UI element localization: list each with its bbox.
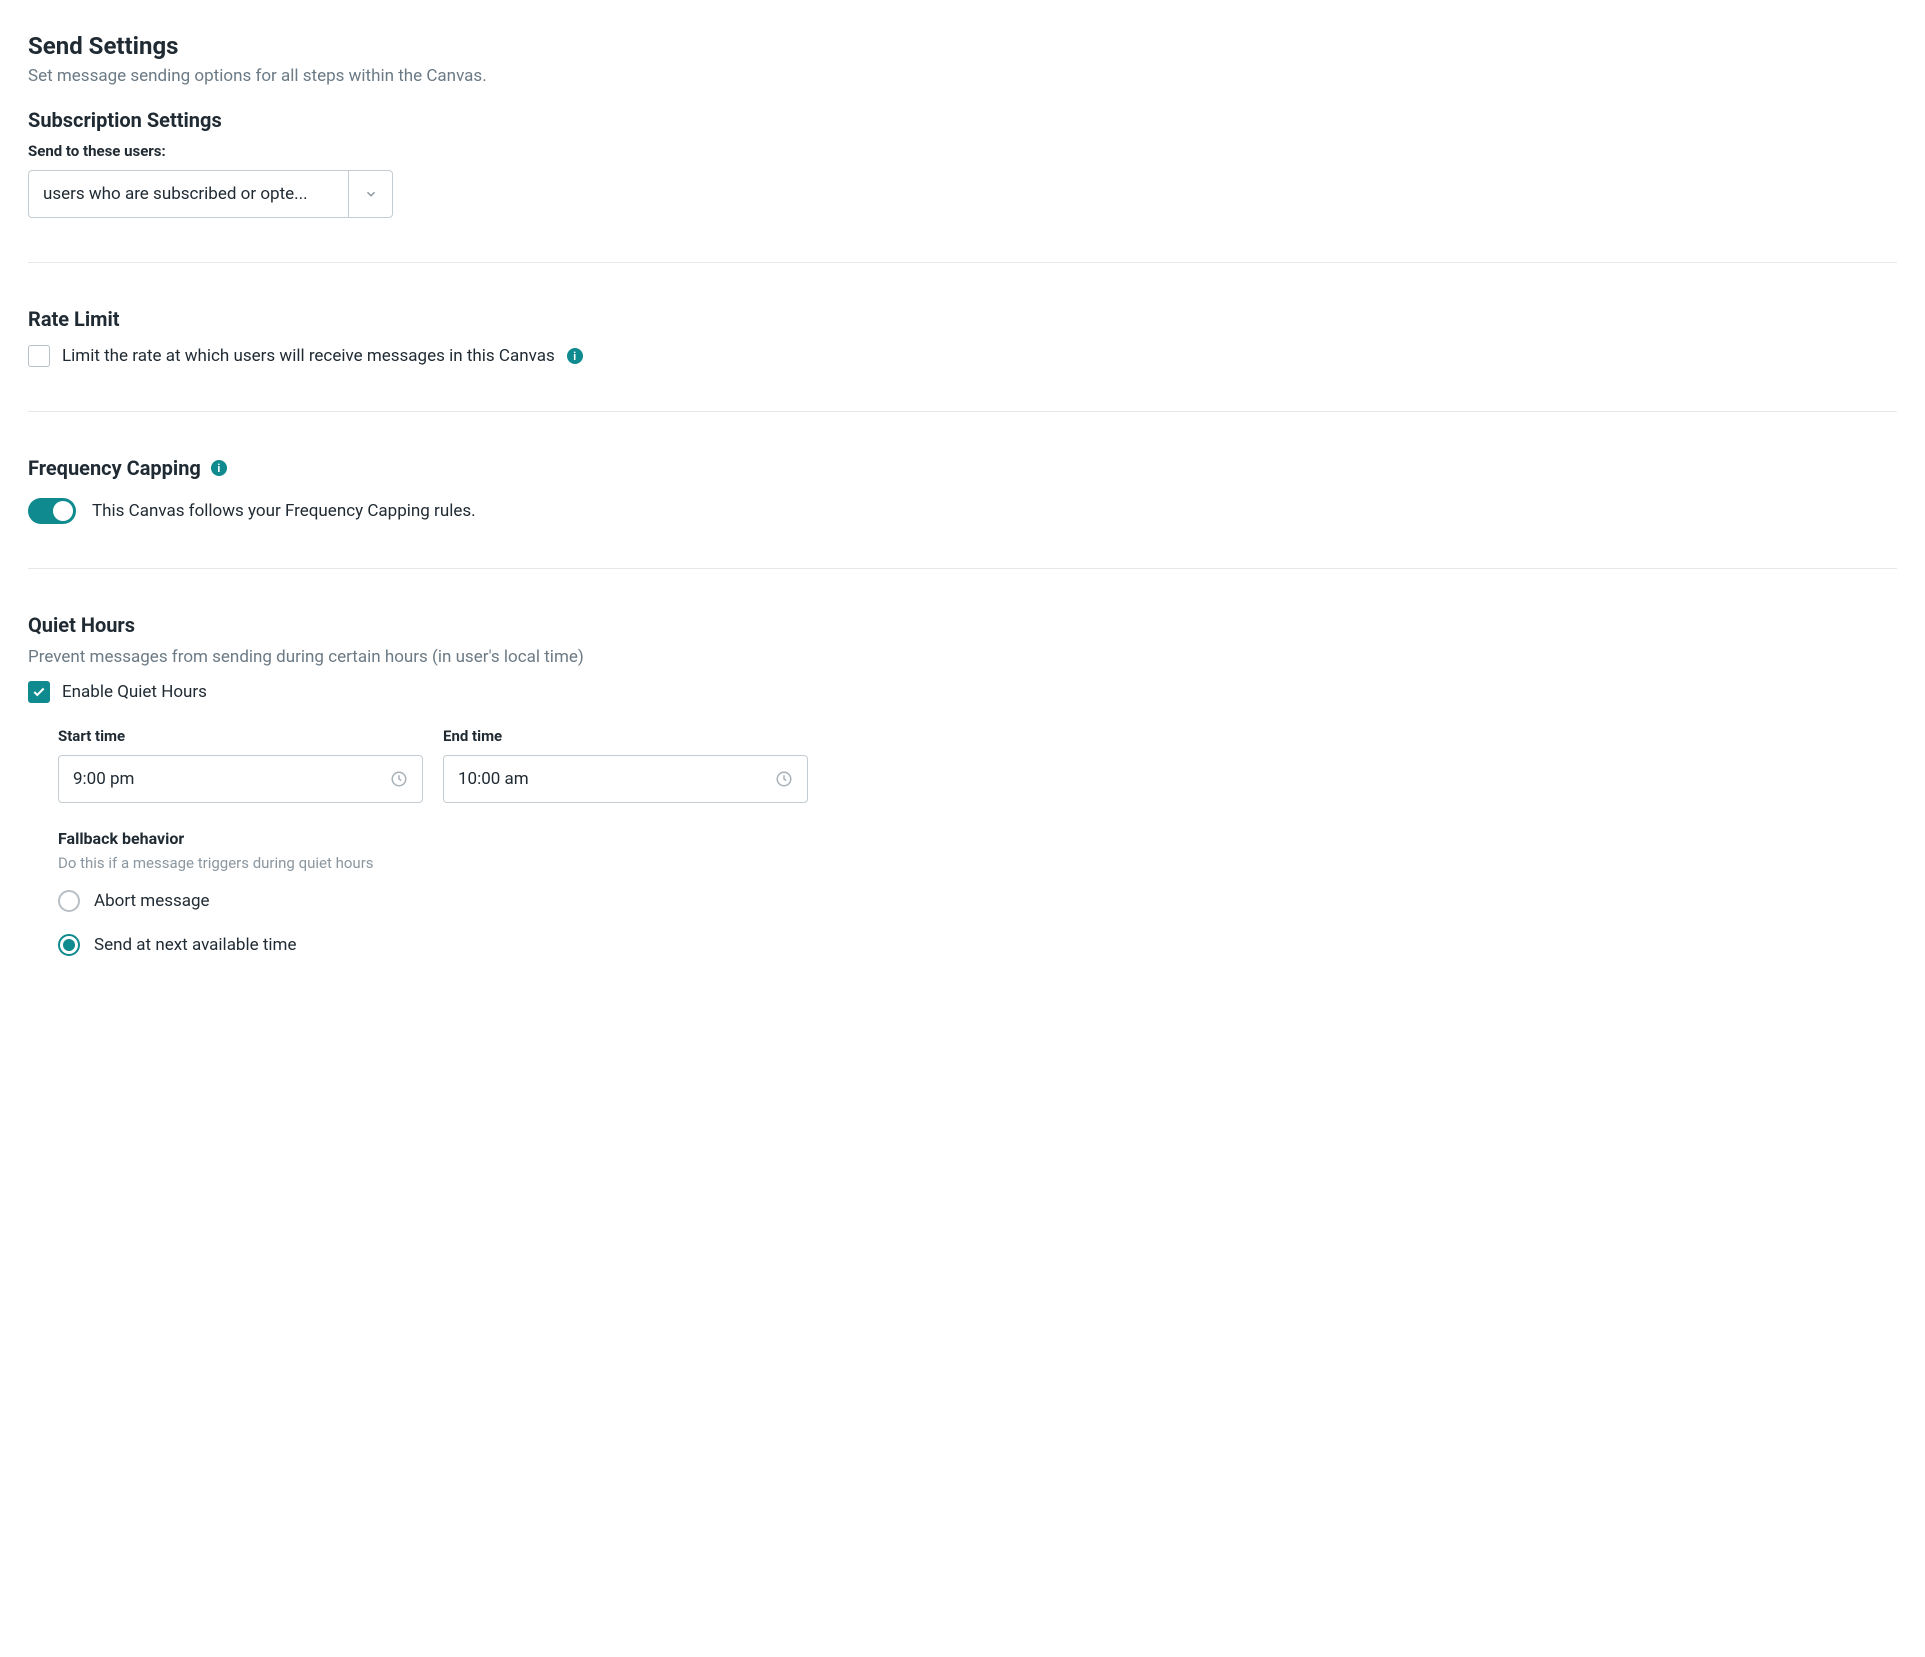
chevron-down-icon	[364, 187, 378, 201]
rate-limit-checkbox[interactable]	[28, 345, 50, 367]
enable-quiet-hours-checkbox[interactable]	[28, 681, 50, 703]
start-time-value: 9:00 pm	[73, 769, 134, 789]
frequency-capping-toggle[interactable]	[28, 498, 76, 524]
end-time-input[interactable]: 10:00 am	[443, 755, 808, 803]
rate-limit-label: Limit the rate at which users will recei…	[62, 346, 555, 366]
info-icon[interactable]: i	[211, 460, 227, 476]
radio-abort[interactable]	[58, 890, 80, 912]
radio-send-next-label: Send at next available time	[94, 935, 296, 955]
divider	[28, 411, 1897, 412]
end-time-label: End time	[443, 727, 808, 745]
frequency-capping-heading-text: Frequency Capping	[28, 456, 201, 480]
frequency-capping-heading: Frequency Capping i	[28, 456, 1897, 480]
rate-limit-heading: Rate Limit	[28, 307, 1897, 331]
start-time-input[interactable]: 9:00 pm	[58, 755, 423, 803]
clock-icon	[775, 770, 793, 788]
toggle-knob	[53, 501, 73, 521]
divider	[28, 262, 1897, 263]
enable-quiet-hours-label: Enable Quiet Hours	[62, 682, 207, 702]
fallback-option-send-next[interactable]: Send at next available time	[58, 934, 1897, 956]
end-time-value: 10:00 am	[458, 769, 529, 789]
fallback-option-abort[interactable]: Abort message	[58, 890, 1897, 912]
quiet-hours-description: Prevent messages from sending during cer…	[28, 647, 1897, 667]
page-title: Send Settings	[28, 32, 1897, 60]
clock-icon	[390, 770, 408, 788]
fallback-description: Do this if a message triggers during qui…	[58, 854, 1897, 872]
radio-send-next[interactable]	[58, 934, 80, 956]
send-to-select-value: users who are subscribed or opte...	[29, 171, 348, 217]
check-icon	[32, 685, 46, 699]
page-subtitle: Set message sending options for all step…	[28, 66, 1897, 86]
start-time-label: Start time	[58, 727, 423, 745]
fallback-heading: Fallback behavior	[58, 829, 1897, 848]
send-to-label: Send to these users:	[28, 142, 1897, 160]
subscription-heading: Subscription Settings	[28, 108, 1897, 132]
divider	[28, 568, 1897, 569]
frequency-capping-label: This Canvas follows your Frequency Cappi…	[92, 501, 476, 521]
radio-abort-label: Abort message	[94, 891, 210, 911]
send-to-select[interactable]: users who are subscribed or opte...	[28, 170, 393, 218]
send-to-select-chevron[interactable]	[348, 171, 392, 217]
info-icon[interactable]: i	[567, 348, 583, 364]
quiet-hours-heading: Quiet Hours	[28, 613, 1897, 637]
